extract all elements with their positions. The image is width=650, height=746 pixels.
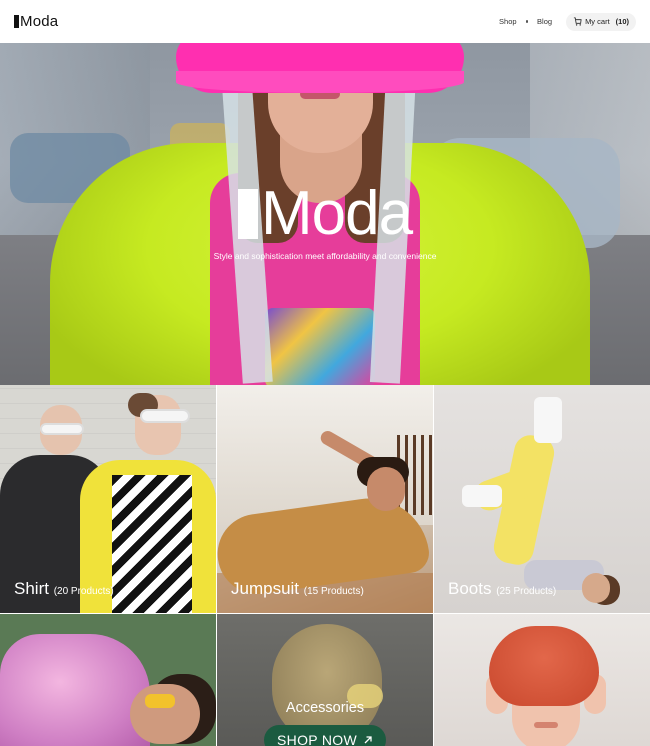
site-header: Moda Shop Blog My cart (10) — [0, 0, 650, 43]
category-count: (25 Products) — [496, 586, 557, 597]
category-name: Jumpsuit — [231, 579, 300, 598]
nav-link-blog[interactable]: Blog — [537, 17, 552, 26]
shirt-model2-pattern — [112, 475, 192, 613]
category-tile-shirt[interactable]: Shirt (20 Products) — [0, 385, 216, 613]
category-name: Shirt — [14, 579, 49, 598]
hat-model-lips — [534, 722, 558, 728]
shop-now-button[interactable]: SHOP NOW — [264, 725, 386, 746]
hero-tagline: Style and sophistication meet affordabil… — [213, 251, 437, 261]
site-logo[interactable]: Moda — [14, 13, 58, 30]
hero-model-hat-brim — [176, 71, 464, 93]
shop-now-label: SHOP NOW — [277, 732, 357, 746]
jumpsuit-model-head — [367, 467, 405, 511]
nav-separator-dot — [525, 20, 529, 23]
category-label: Boots (25 Products) — [448, 579, 556, 599]
category-label: Jumpsuit (15 Products) — [231, 579, 364, 599]
accessories-title: Accessories — [285, 700, 365, 716]
arrow-up-right-icon — [364, 736, 372, 744]
main-nav: Shop Blog My cart (10) — [499, 12, 636, 31]
boots-boot-1 — [534, 397, 562, 443]
category-tile-jumpsuit[interactable]: Jumpsuit (15 Products) — [217, 385, 433, 613]
cart-icon — [573, 17, 582, 26]
category-count: (15 Products) — [303, 586, 364, 597]
category-tile-accessories[interactable]: Accessories SHOP NOW — [217, 614, 433, 746]
hero-logo-mark-icon — [237, 189, 258, 239]
category-tile-boots[interactable]: Boots (25 Products) — [434, 385, 650, 613]
hero-title-text: Moda — [260, 179, 413, 248]
hat-model-bucket-hat — [489, 626, 599, 706]
fur-model-sunglasses — [145, 694, 175, 708]
hero-title: Moda — [0, 183, 650, 245]
logo-mark-icon — [14, 15, 19, 28]
cart-count: (10) — [615, 17, 629, 26]
category-count: (20 Products) — [53, 586, 114, 597]
promo-tile-fur-coat[interactable] — [0, 614, 216, 746]
cart-label: My cart — [585, 17, 610, 26]
logo-text: Moda — [20, 13, 59, 30]
fur-model-face — [130, 684, 200, 744]
hero-banner: Moda Style and sophistication meet affor… — [0, 43, 650, 385]
shirt-model1-sunglasses — [40, 423, 84, 435]
boots-boot-2 — [462, 485, 502, 507]
nav-link-shop[interactable]: Shop — [499, 17, 517, 26]
boots-model-head — [582, 573, 610, 603]
hero-model-shirt-print — [265, 308, 375, 385]
shirt-model2-sunglasses — [140, 409, 190, 423]
fur-coat — [0, 634, 150, 746]
cart-button[interactable]: My cart (10) — [566, 12, 636, 31]
category-label: Shirt (20 Products) — [14, 579, 114, 599]
category-name: Boots — [448, 579, 492, 598]
promo-tile-bucket-hat[interactable] — [434, 614, 650, 746]
